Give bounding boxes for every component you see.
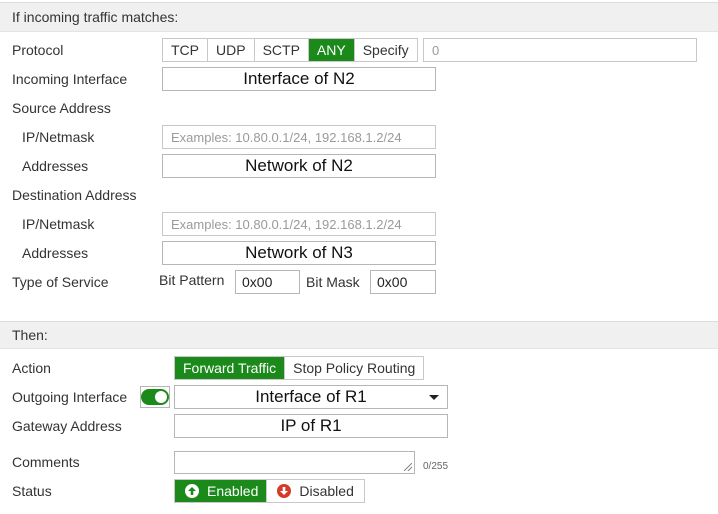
comments-counter: 0/255 xyxy=(423,461,449,472)
outgoing-interface-label: Outgoing Interface xyxy=(12,389,128,405)
protocol-label: Protocol xyxy=(12,42,64,58)
toggle-knob xyxy=(155,391,167,403)
protocol-number-input[interactable]: 0 xyxy=(423,38,697,62)
bit-pattern-value: 0x00 xyxy=(242,274,273,290)
outgoing-interface-toggle[interactable] xyxy=(141,389,169,405)
bit-mask-label: Bit Mask xyxy=(306,274,360,290)
arrow-down-circle-icon xyxy=(277,484,292,498)
incoming-interface-value: Interface of N2 xyxy=(243,69,355,88)
source-ip-netmask-input[interactable]: Examples: 10.80.0.1/24, 192.168.1.2/24 xyxy=(162,125,436,149)
protocol-option-any[interactable]: ANY xyxy=(308,39,355,61)
type-of-service-label: Type of Service xyxy=(12,274,109,290)
match-section-header: If incoming traffic matches: xyxy=(0,2,718,32)
protocol-option-specify[interactable]: Specify xyxy=(355,39,417,61)
resize-handle-icon xyxy=(404,463,412,471)
chevron-down-icon xyxy=(429,395,439,400)
then-section-header: Then: xyxy=(0,321,718,349)
incoming-interface-field[interactable]: Interface of N2 xyxy=(162,67,436,91)
gateway-address-value: IP of R1 xyxy=(280,416,342,435)
protocol-option-tcp[interactable]: TCP xyxy=(163,39,208,61)
action-selector: Forward Traffic Stop Policy Routing xyxy=(174,356,425,380)
destination-ip-netmask-label: IP/Netmask xyxy=(22,216,95,232)
bit-mask-value: 0x00 xyxy=(377,274,408,290)
destination-ip-netmask-placeholder: Examples: 10.80.0.1/24, 192.168.1.2/24 xyxy=(171,216,402,232)
gateway-address-label: Gateway Address xyxy=(12,418,122,434)
destination-addresses-value: Network of N3 xyxy=(245,243,353,262)
outgoing-interface-dropdown[interactable]: Interface of R1 xyxy=(174,385,448,409)
bit-mask-input[interactable]: 0x00 xyxy=(370,270,436,294)
comments-label: Comments xyxy=(12,454,80,470)
destination-ip-netmask-input[interactable]: Examples: 10.80.0.1/24, 192.168.1.2/24 xyxy=(162,212,436,236)
bit-pattern-label: Bit Pattern xyxy=(159,272,225,288)
protocol-selector: TCP UDP SCTP ANY Specify xyxy=(162,38,418,62)
action-label: Action xyxy=(12,360,51,376)
gateway-address-field[interactable]: IP of R1 xyxy=(174,414,448,438)
incoming-interface-label: Incoming Interface xyxy=(12,71,128,87)
status-selector: Enabled Disabled xyxy=(174,479,365,503)
destination-address-label: Destination Address xyxy=(12,187,137,203)
then-section-title: Then: xyxy=(12,327,48,343)
protocol-number-value: 0 xyxy=(432,42,440,58)
protocol-option-udp[interactable]: UDP xyxy=(208,39,255,61)
status-disabled-label: Disabled xyxy=(299,483,354,499)
source-addresses-label: Addresses xyxy=(22,158,89,174)
destination-addresses-label: Addresses xyxy=(22,245,89,261)
arrow-up-circle-icon xyxy=(185,484,199,498)
bit-pattern-input[interactable]: 0x00 xyxy=(235,270,300,294)
outgoing-interface-value: Interface of R1 xyxy=(255,387,367,406)
source-addresses-value: Network of N2 xyxy=(245,156,353,175)
source-address-label: Source Address xyxy=(12,100,111,116)
status-enabled-label: Enabled xyxy=(207,483,259,499)
action-option-stop-policy-routing[interactable]: Stop Policy Routing xyxy=(285,357,423,379)
comments-textarea[interactable] xyxy=(174,451,415,474)
source-ip-netmask-label: IP/Netmask xyxy=(22,129,95,145)
action-option-forward-traffic[interactable]: Forward Traffic xyxy=(175,357,286,379)
outgoing-interface-toggle-wrapper xyxy=(140,386,170,408)
status-enabled-button[interactable]: Enabled xyxy=(175,480,268,502)
status-disabled-button[interactable]: Disabled xyxy=(267,480,363,502)
match-section-title: If incoming traffic matches: xyxy=(12,9,179,25)
source-ip-netmask-placeholder: Examples: 10.80.0.1/24, 192.168.1.2/24 xyxy=(171,129,402,145)
protocol-option-sctp[interactable]: SCTP xyxy=(255,39,309,61)
status-label: Status xyxy=(12,483,52,499)
source-addresses-field[interactable]: Network of N2 xyxy=(162,154,436,178)
destination-addresses-field[interactable]: Network of N3 xyxy=(162,241,436,265)
